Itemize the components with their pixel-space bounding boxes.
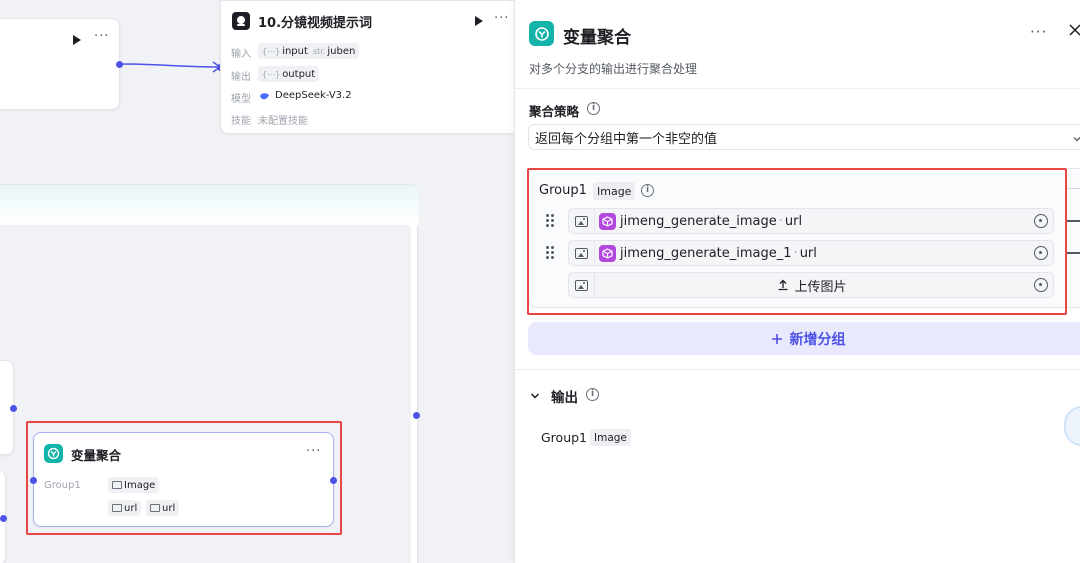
divider bbox=[515, 88, 1080, 89]
bot-icon bbox=[232, 12, 250, 30]
strategy-value: 返回每个分组中第一个非空的值 bbox=[535, 131, 718, 147]
node-title: 10.分镜视频提示词 bbox=[258, 16, 373, 31]
add-group-button[interactable]: 新增分组 bbox=[528, 322, 1080, 355]
output-label: 输出 bbox=[231, 72, 251, 83]
add-group-label: 新增分组 bbox=[789, 331, 846, 348]
divider bbox=[515, 369, 1080, 370]
more-icon[interactable]: ··· bbox=[1030, 23, 1047, 41]
output-section-label[interactable]: 输出 bbox=[551, 386, 578, 406]
strategy-label: 聚合策略 bbox=[529, 104, 580, 119]
chevron-down-icon[interactable] bbox=[530, 390, 540, 400]
input-tag-juben: str. juben bbox=[309, 43, 360, 59]
node-storyboard-prompt[interactable]: 10.分镜视频提示词 ··· 输入 {⋯} input str. juben 输出 … bbox=[220, 0, 514, 134]
output-type-tag: Image bbox=[590, 429, 631, 446]
node-upstream[interactable]: ··· bbox=[0, 18, 120, 110]
remove-icon[interactable] bbox=[1067, 252, 1080, 254]
node-config-panel: 变量聚合 ··· 对多个分支的输出进行聚合处理 聚合策略 i 返回每个分组中第一… bbox=[514, 0, 1080, 563]
play-icon[interactable] bbox=[475, 16, 483, 26]
divider bbox=[1065, 188, 1080, 189]
remove-icon[interactable] bbox=[1067, 220, 1080, 222]
edge-top bbox=[118, 63, 221, 68]
highlight-box-group bbox=[527, 168, 1067, 315]
model-value: DeepSeek-V3.2 bbox=[275, 90, 352, 101]
workflow-canvas[interactable]: ··· 10.分镜视频提示词 ··· 输入 {⋯} input str. juben… bbox=[0, 0, 514, 563]
more-icon[interactable]: ··· bbox=[94, 29, 109, 44]
chevron-down-icon[interactable] bbox=[1073, 132, 1080, 142]
info-icon[interactable]: i bbox=[586, 388, 599, 401]
close-icon[interactable] bbox=[1068, 23, 1080, 37]
info-icon[interactable]: i bbox=[587, 102, 600, 115]
model-label: 模型 bbox=[231, 94, 251, 105]
play-icon[interactable] bbox=[73, 35, 81, 45]
output-group-name: Group1 bbox=[541, 430, 588, 445]
output-port[interactable] bbox=[0, 515, 7, 522]
input-tag: {⋯} input bbox=[258, 43, 312, 59]
output-port[interactable] bbox=[116, 61, 123, 68]
more-icon[interactable]: ··· bbox=[494, 11, 509, 26]
container-output-port[interactable] bbox=[413, 412, 420, 419]
floating-assistant-button[interactable] bbox=[1064, 406, 1080, 446]
panel-subtitle: 对多个分支的输出进行聚合处理 bbox=[529, 62, 698, 76]
deepseek-icon bbox=[259, 90, 270, 100]
strategy-select[interactable]: 返回每个分组中第一个非空的值 bbox=[528, 124, 1080, 150]
container-header bbox=[0, 185, 419, 225]
panel-title[interactable]: 变量聚合 bbox=[563, 23, 631, 48]
output-tag: {⋯} output bbox=[258, 66, 320, 82]
output-port[interactable] bbox=[10, 405, 17, 412]
highlight-box-node bbox=[26, 421, 342, 535]
input-label: 输入 bbox=[231, 49, 251, 60]
aggregate-icon bbox=[529, 21, 554, 46]
plus-icon bbox=[771, 333, 782, 344]
skill-label: 技能 bbox=[231, 116, 251, 127]
skill-value: 未配置技能 bbox=[258, 116, 308, 127]
